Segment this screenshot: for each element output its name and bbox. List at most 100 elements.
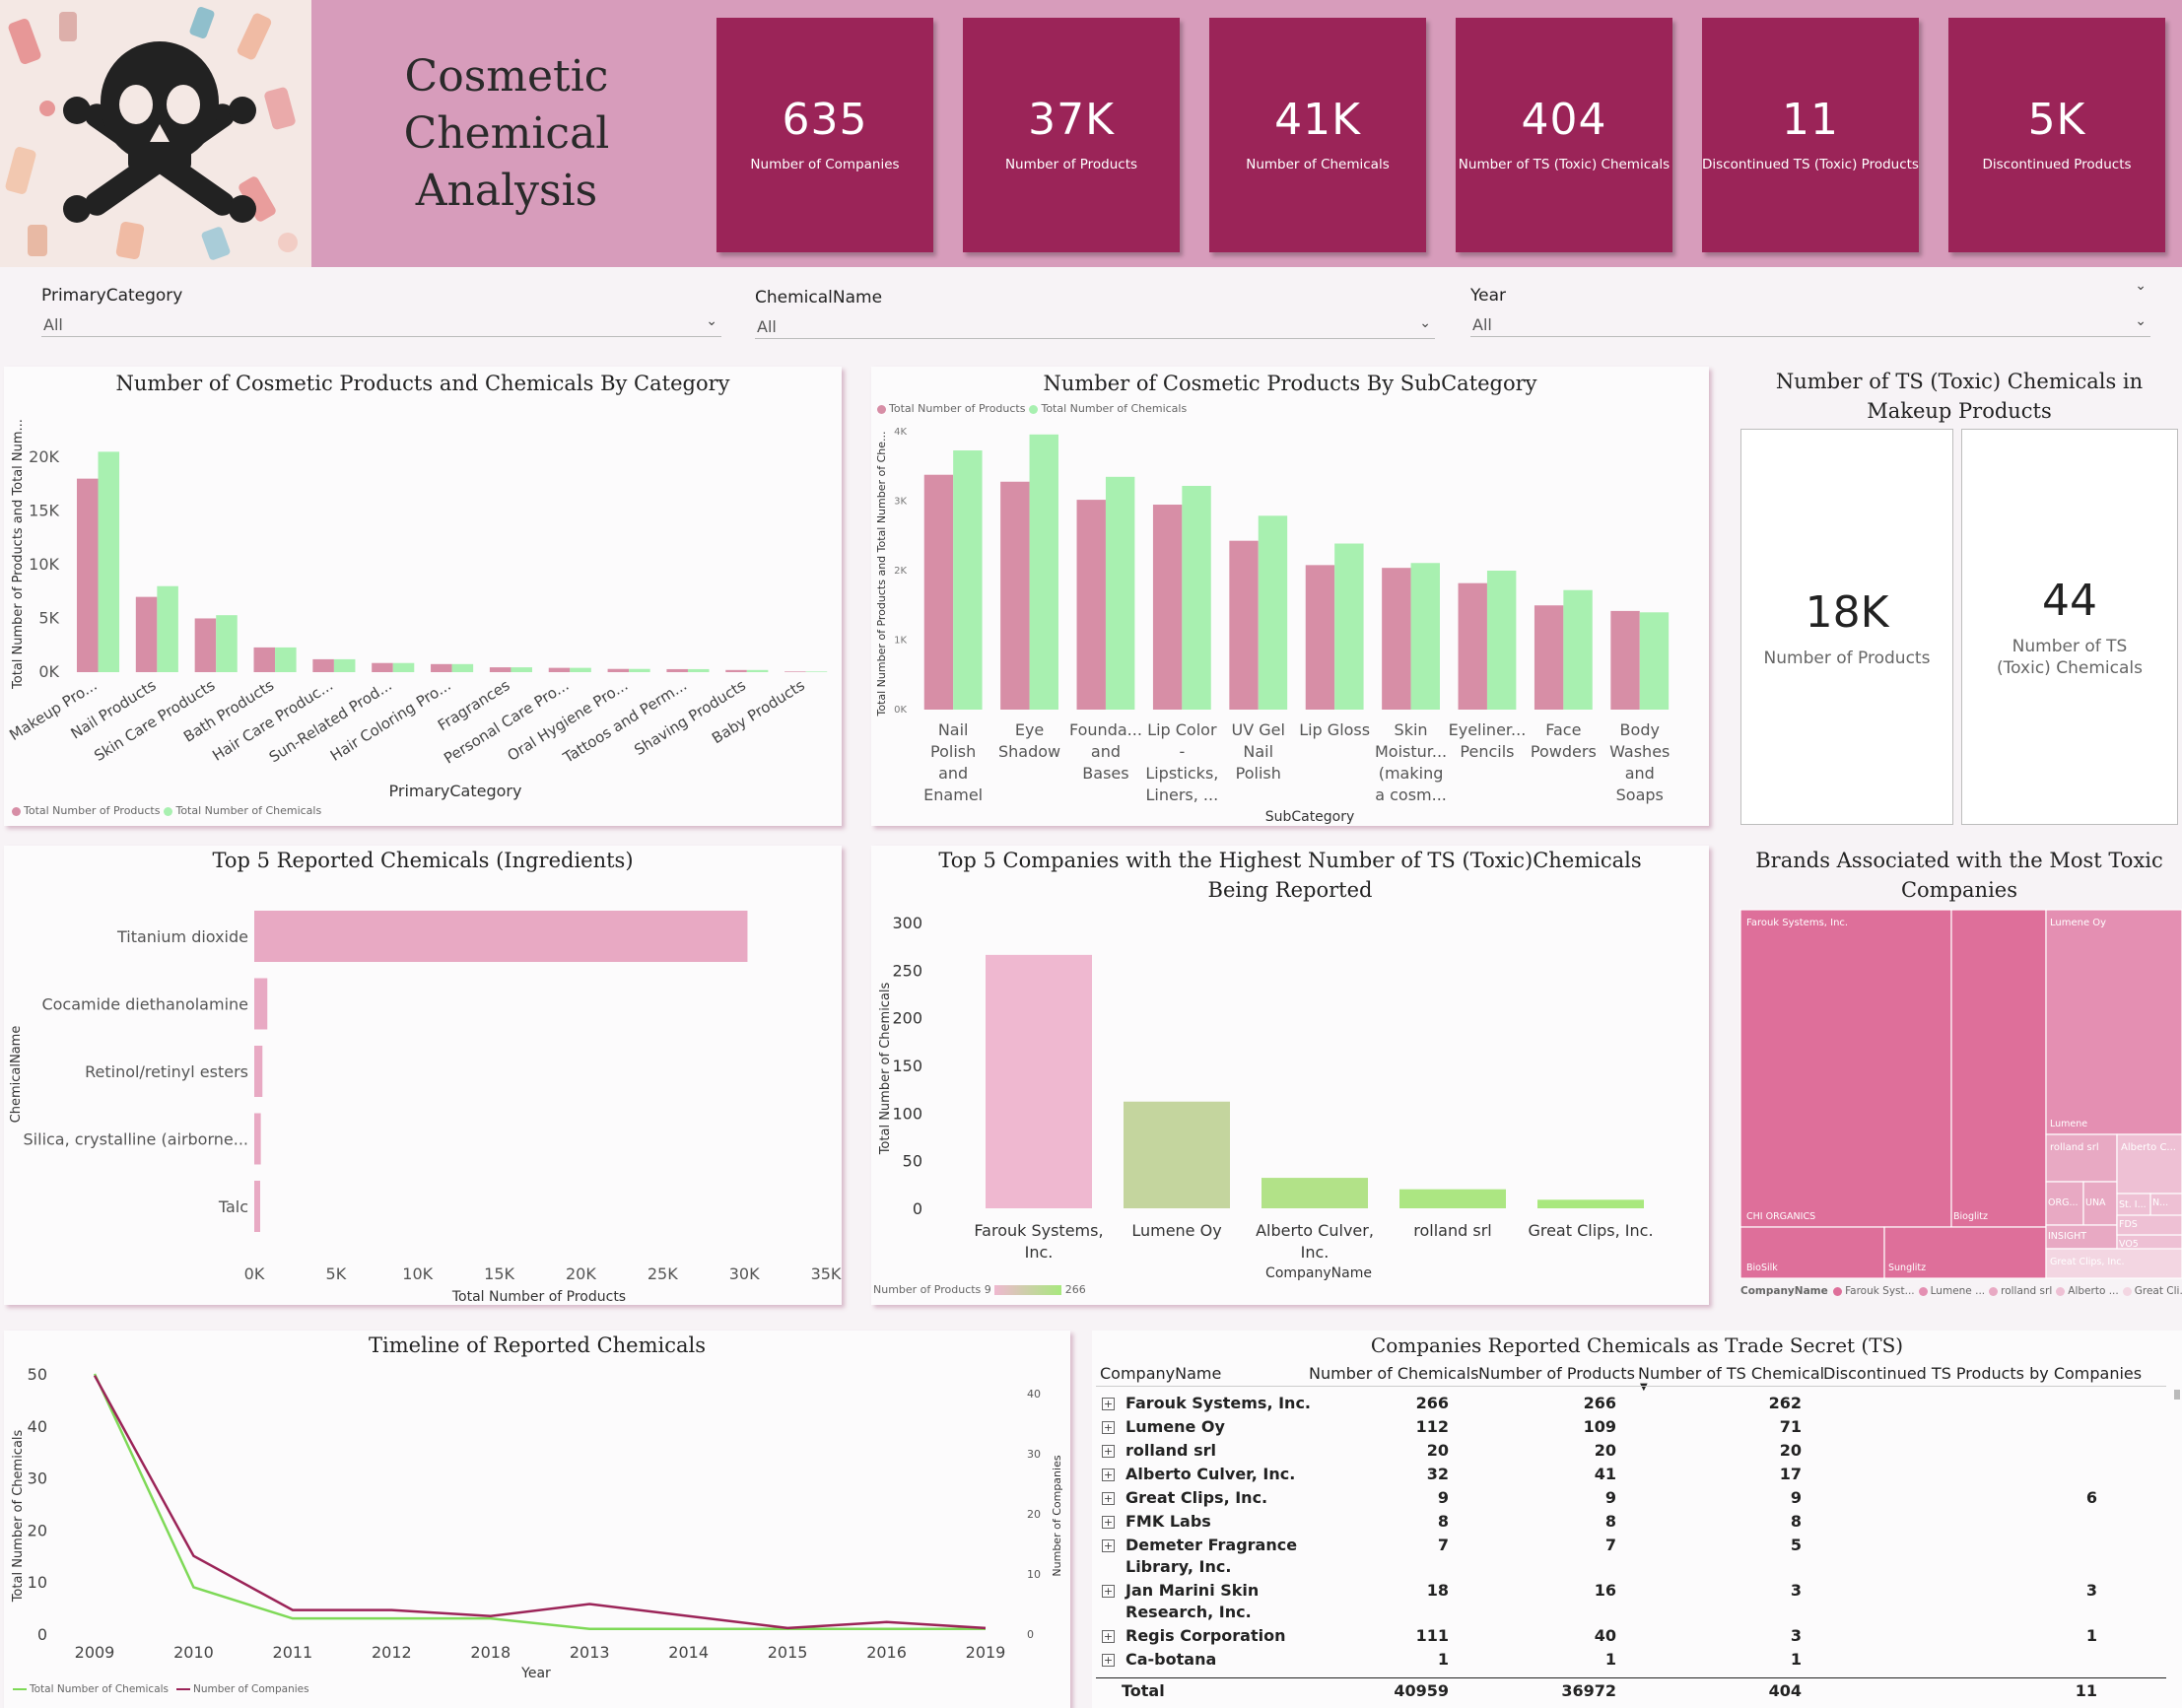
bar	[275, 647, 297, 672]
chart-title: Number of TS (Toxic) Chemicals in Makeup…	[1775, 370, 2144, 423]
kpi-strip: 635 Number of Companies 37K Number of Prod…	[702, 0, 2182, 267]
plus-box-icon[interactable]: +	[1102, 1585, 1115, 1598]
x-tick-label: Farouk Systems,	[974, 1221, 1103, 1240]
column-header[interactable]: Number of Products	[1478, 1364, 1635, 1383]
bar	[254, 911, 748, 962]
kpi-card-products: 37K Number of Products	[963, 18, 1180, 252]
company-name: Lumene Oy	[1125, 1417, 1225, 1436]
bar	[1105, 476, 1135, 710]
top5-chemicals-chart: Titanium dioxide Cocamide diethanolamine R…	[9, 911, 842, 1305]
total-row: Total 40959 36972 404 11	[1092, 1681, 2176, 1705]
y-axis-title: ChemicalName	[9, 1026, 24, 1124]
prod-count: 16	[1594, 1581, 1616, 1600]
x-tick-label: 2014	[668, 1643, 709, 1662]
ts-count: 20	[1779, 1441, 1802, 1460]
plus-box-icon[interactable]: +	[1102, 1516, 1115, 1529]
plus-box-icon[interactable]: +	[1102, 1630, 1115, 1643]
y-tick-label: 250	[892, 961, 922, 980]
bar	[1563, 589, 1593, 710]
legend-label: Number of Companies	[193, 1683, 309, 1695]
legend-swatch	[1918, 1286, 1928, 1296]
plus-box-icon[interactable]: +	[1102, 1654, 1115, 1667]
y2-tick-label: 20	[1027, 1508, 1041, 1521]
table-scrollbar[interactable]	[2174, 1390, 2180, 1400]
bar	[1124, 1101, 1230, 1208]
chevron-down-icon[interactable]: ⌄	[2135, 313, 2147, 329]
filter-value: All	[43, 315, 63, 334]
column-header[interactable]: Discontinued TS Products by Companies	[1823, 1364, 2142, 1383]
table-row[interactable]: + Lumene Oy 112 109 71	[1092, 1417, 2176, 1441]
timeline-chart: 0 10 20 30 40 50 0 10 20 30 40 2009 2010 2011 2012 2018…	[11, 1365, 1063, 1681]
column-header[interactable]: Number of Chemicals	[1309, 1364, 1478, 1383]
table-row[interactable]: + FMK Labs 8 8 8	[1092, 1512, 2176, 1536]
table-title: Companies Reported Chemicals as Trade Se…	[1370, 1333, 1904, 1357]
treemap-label: INSIGHT	[2048, 1231, 2086, 1242]
treemap-label: St. I...	[2119, 1199, 2147, 1210]
plus-box-icon[interactable]: +	[1102, 1492, 1115, 1505]
filter-dropdown[interactable]: All ⌄	[41, 309, 721, 337]
column-header[interactable]: CompanyName	[1100, 1364, 1221, 1383]
x-tick-label: 2010	[173, 1643, 214, 1662]
legend-swatch	[176, 1688, 191, 1690]
table-row[interactable]: + Alberto Culver, Inc. 32 41 17	[1092, 1465, 2176, 1488]
chem-count: 32	[1426, 1465, 1449, 1483]
kpi-label: Discontinued Products	[1982, 157, 2132, 172]
y-tick-label: Titanium dioxide	[116, 927, 248, 946]
filter-primary-category: PrimaryCategory All ⌄	[41, 286, 721, 341]
y2-axis-title: Number of Companies	[1051, 1455, 1063, 1576]
kpi-value: 635	[782, 95, 868, 145]
treemap-label: N...	[2152, 1197, 2168, 1208]
company-name: Demeter Fragrance	[1125, 1536, 1298, 1554]
chevron-down-icon[interactable]: ⌄	[1419, 315, 1431, 331]
y-axis-title: Total Number of Products and Total Numbe…	[875, 431, 888, 717]
company-name: Regis Corporation	[1125, 1626, 1286, 1645]
legend-swatch	[1989, 1286, 1999, 1296]
filter-title: PrimaryCategory	[41, 286, 183, 306]
top5-companies-panel: Top 5 Companies with the Highest Number …	[871, 846, 1709, 1305]
filter-dropdown[interactable]: All ⌄	[755, 311, 1435, 339]
plus-box-icon[interactable]: +	[1102, 1398, 1115, 1410]
table-row[interactable]: + Demeter Fragrance Library, Inc. 7 7 5	[1092, 1536, 2176, 1581]
bar	[725, 669, 747, 672]
x-tick-label: 5K	[326, 1264, 347, 1283]
legend-swatch	[13, 1688, 27, 1690]
kpi-card-chemicals: 41K Number of Chemicals	[1209, 18, 1426, 252]
x-tick-label: Inc.	[1301, 1243, 1330, 1262]
y-tick-label: 3K	[894, 497, 907, 508]
x-tick-label: UV Gel	[1232, 720, 1285, 739]
x-tick-label: Lumene Oy	[1131, 1221, 1221, 1240]
table-row[interactable]: + Ca-botana 1 1 1	[1092, 1650, 2176, 1674]
x-tick-label: 2009	[75, 1643, 115, 1662]
bar	[1305, 565, 1335, 710]
chevron-down-icon[interactable]: ⌄	[2135, 278, 2147, 294]
bar	[333, 658, 356, 672]
treemap-label: Alberto C...	[2121, 1142, 2176, 1153]
legend-label: Total Number of Chemicals	[30, 1683, 170, 1695]
table-row[interactable]: + Regis Corporation 111 40 3 1	[1092, 1626, 2176, 1650]
x-tick-label: Washes	[1609, 742, 1670, 761]
x-tick-label: Polish	[930, 742, 976, 761]
column-header[interactable]: Number of TS Chemical	[1638, 1364, 1824, 1383]
bar	[1458, 582, 1487, 710]
y2-tick-label: 10	[1027, 1568, 1041, 1581]
plus-box-icon[interactable]: +	[1102, 1469, 1115, 1481]
table-row[interactable]: + Farouk Systems, Inc. 266 266 262	[1092, 1394, 2176, 1417]
table-row[interactable]: + Great Clips, Inc. 9 9 9 6	[1092, 1488, 2176, 1512]
chevron-down-icon[interactable]: ⌄	[706, 313, 717, 329]
table-row[interactable]: + rolland srl 20 20 20	[1092, 1441, 2176, 1465]
chart-legend: CompanyName Farouk Syst... Lumene ... roll…	[1740, 1285, 2182, 1297]
filter-dropdown[interactable]: All ⌄	[1470, 309, 2150, 337]
y2-tick-label: 30	[1027, 1448, 1041, 1461]
plus-box-icon[interactable]: +	[1102, 1539, 1115, 1552]
sort-desc-icon[interactable]: ▼	[1640, 1382, 1648, 1393]
x-tick-label: 0K	[244, 1264, 265, 1283]
treemap-label: ORG...	[2048, 1197, 2079, 1208]
plus-box-icon[interactable]: +	[1102, 1421, 1115, 1434]
y-tick-label: 100	[892, 1104, 922, 1123]
plus-box-icon[interactable]: +	[1102, 1445, 1115, 1458]
bar	[1399, 1189, 1506, 1208]
bar	[923, 474, 954, 710]
y-tick-label: 0K	[894, 705, 907, 716]
total-divider	[1096, 1677, 2166, 1678]
table-row[interactable]: + Jan Marini Skin Research, Inc. 18 16 3 3	[1092, 1581, 2176, 1626]
